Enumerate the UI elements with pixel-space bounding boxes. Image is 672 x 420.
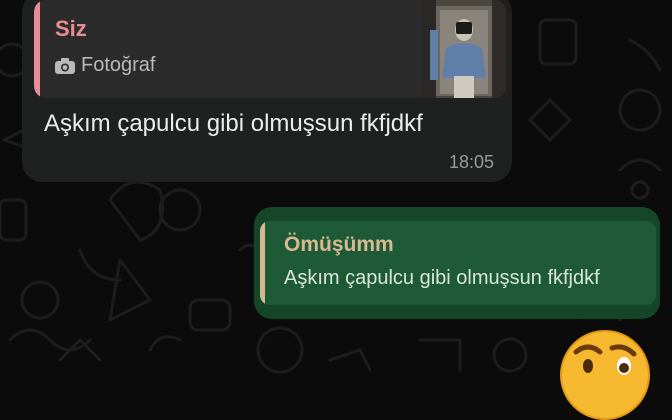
incoming-message-bubble[interactable]: Siz Fotoğraf Aşkım çapulcu gibi olmuşsun… <box>22 0 512 182</box>
quoted-media-row: Fotoğraf <box>55 54 155 77</box>
quote-accent-bar <box>34 0 40 98</box>
reply-quote-sender-name: Ömüşümm <box>284 233 394 256</box>
quoted-sender-name: Siz <box>55 16 87 41</box>
camera-icon <box>55 57 75 74</box>
raised-eyebrow-emoji[interactable] <box>560 330 650 420</box>
reply-quote-accent-bar <box>260 221 265 305</box>
quoted-message[interactable]: Siz Fotoğraf <box>34 0 506 98</box>
photo-thumbnail-image <box>422 0 506 98</box>
quoted-photo-thumbnail[interactable] <box>422 0 506 98</box>
outgoing-message-bubble[interactable]: Ömüşümm Aşkım çapulcu gibi olmuşsun fkfj… <box>254 207 660 319</box>
incoming-message-text: Aşkım çapulcu gibi olmuşsun fkfjdkf <box>44 110 423 137</box>
reply-quote[interactable]: Ömüşümm Aşkım çapulcu gibi olmuşsun fkfj… <box>260 221 656 305</box>
reply-quote-preview-text: Aşkım çapulcu gibi olmuşsun fkfjdkf <box>284 267 600 289</box>
quoted-media-label: Fotoğraf <box>81 54 156 76</box>
message-timestamp: 18:05 <box>448 152 494 172</box>
